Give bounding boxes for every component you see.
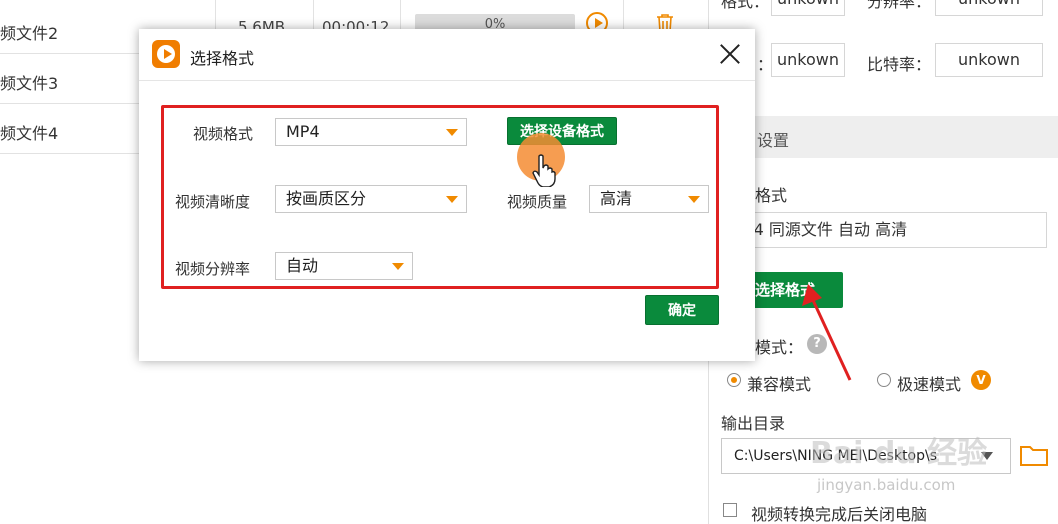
app-logo-icon xyxy=(152,40,180,68)
clarity-select[interactable]: 按画质区分 xyxy=(275,185,467,213)
resolution-select[interactable]: 自动 xyxy=(275,252,413,280)
folder-icon[interactable] xyxy=(1019,440,1049,470)
bitrate-value: unkown xyxy=(935,43,1043,77)
chevron-down-icon xyxy=(688,196,700,203)
fast-mode-label[interactable]: 极速模式 xyxy=(897,371,961,395)
resolution-info-label: 分辨率： xyxy=(867,0,932,11)
quality-label: 视频质量 xyxy=(507,193,568,211)
compat-mode-radio[interactable] xyxy=(727,373,741,387)
file-name: 频文件2 xyxy=(0,24,59,43)
fast-mode-radio[interactable] xyxy=(877,373,891,387)
file-name: 频文件3 xyxy=(0,74,59,93)
shutdown-label[interactable]: 视频转换完成后关闭电脑 xyxy=(751,501,927,524)
output-dir-label: 输出目录 xyxy=(721,414,786,433)
hand-cursor-icon xyxy=(532,154,556,187)
dialog-title: 选择格式 xyxy=(190,49,255,68)
settings-panel: 格式： unkown 分辨率： unkown ： unkown 比特率： unk… xyxy=(708,0,1058,524)
video-format-select[interactable]: MP4 xyxy=(275,118,467,146)
chevron-down-icon xyxy=(392,263,404,270)
clarity-label: 视频清晰度 xyxy=(175,193,251,211)
info-value: unkown xyxy=(771,43,845,77)
video-format-label: 视频格式 xyxy=(193,125,254,143)
dialog-header: 选择格式 xyxy=(139,29,755,81)
resolution-value: 自动 xyxy=(286,256,319,275)
close-icon[interactable] xyxy=(717,41,743,67)
vip-badge-icon: V xyxy=(971,370,991,390)
clarity-value: 按画质区分 xyxy=(286,189,367,208)
resolution-info-value: unkown xyxy=(935,0,1043,16)
format-summary-text: P4 同源文件 自动 高清 xyxy=(744,220,908,239)
section-title: 设置 xyxy=(757,131,790,150)
format-info-value: unkown xyxy=(771,0,845,16)
chevron-down-icon xyxy=(446,129,458,136)
output-dir-input[interactable]: C:\Users\NING MEI\Desktop\s xyxy=(721,438,1011,474)
select-format-dialog: 选择格式 视频格式 MP4 选择设备格式 视频清晰度 按画质区分 视频质量 高清… xyxy=(139,29,755,361)
output-dir-path: C:\Users\NING MEI\Desktop\s xyxy=(734,448,938,464)
quality-value: 高清 xyxy=(600,189,633,208)
bitrate-label: 比特率： xyxy=(867,55,932,74)
video-format-value: MP4 xyxy=(286,122,320,141)
format-summary: P4 同源文件 自动 高清 xyxy=(721,212,1047,248)
annotation-arrow-icon xyxy=(802,284,852,381)
settings-section-header: 设置 xyxy=(709,116,1058,158)
resolution-label: 视频分辨率 xyxy=(175,260,251,278)
quality-select[interactable]: 高清 xyxy=(589,185,709,213)
format-info-label: 格式： xyxy=(721,0,770,11)
chevron-down-icon xyxy=(446,196,458,203)
file-name: 频文件4 xyxy=(0,124,59,143)
shutdown-checkbox[interactable] xyxy=(723,503,737,517)
chevron-down-icon[interactable] xyxy=(981,452,993,460)
format-label: 格式 xyxy=(755,186,788,205)
confirm-button[interactable]: 确定 xyxy=(645,295,719,325)
